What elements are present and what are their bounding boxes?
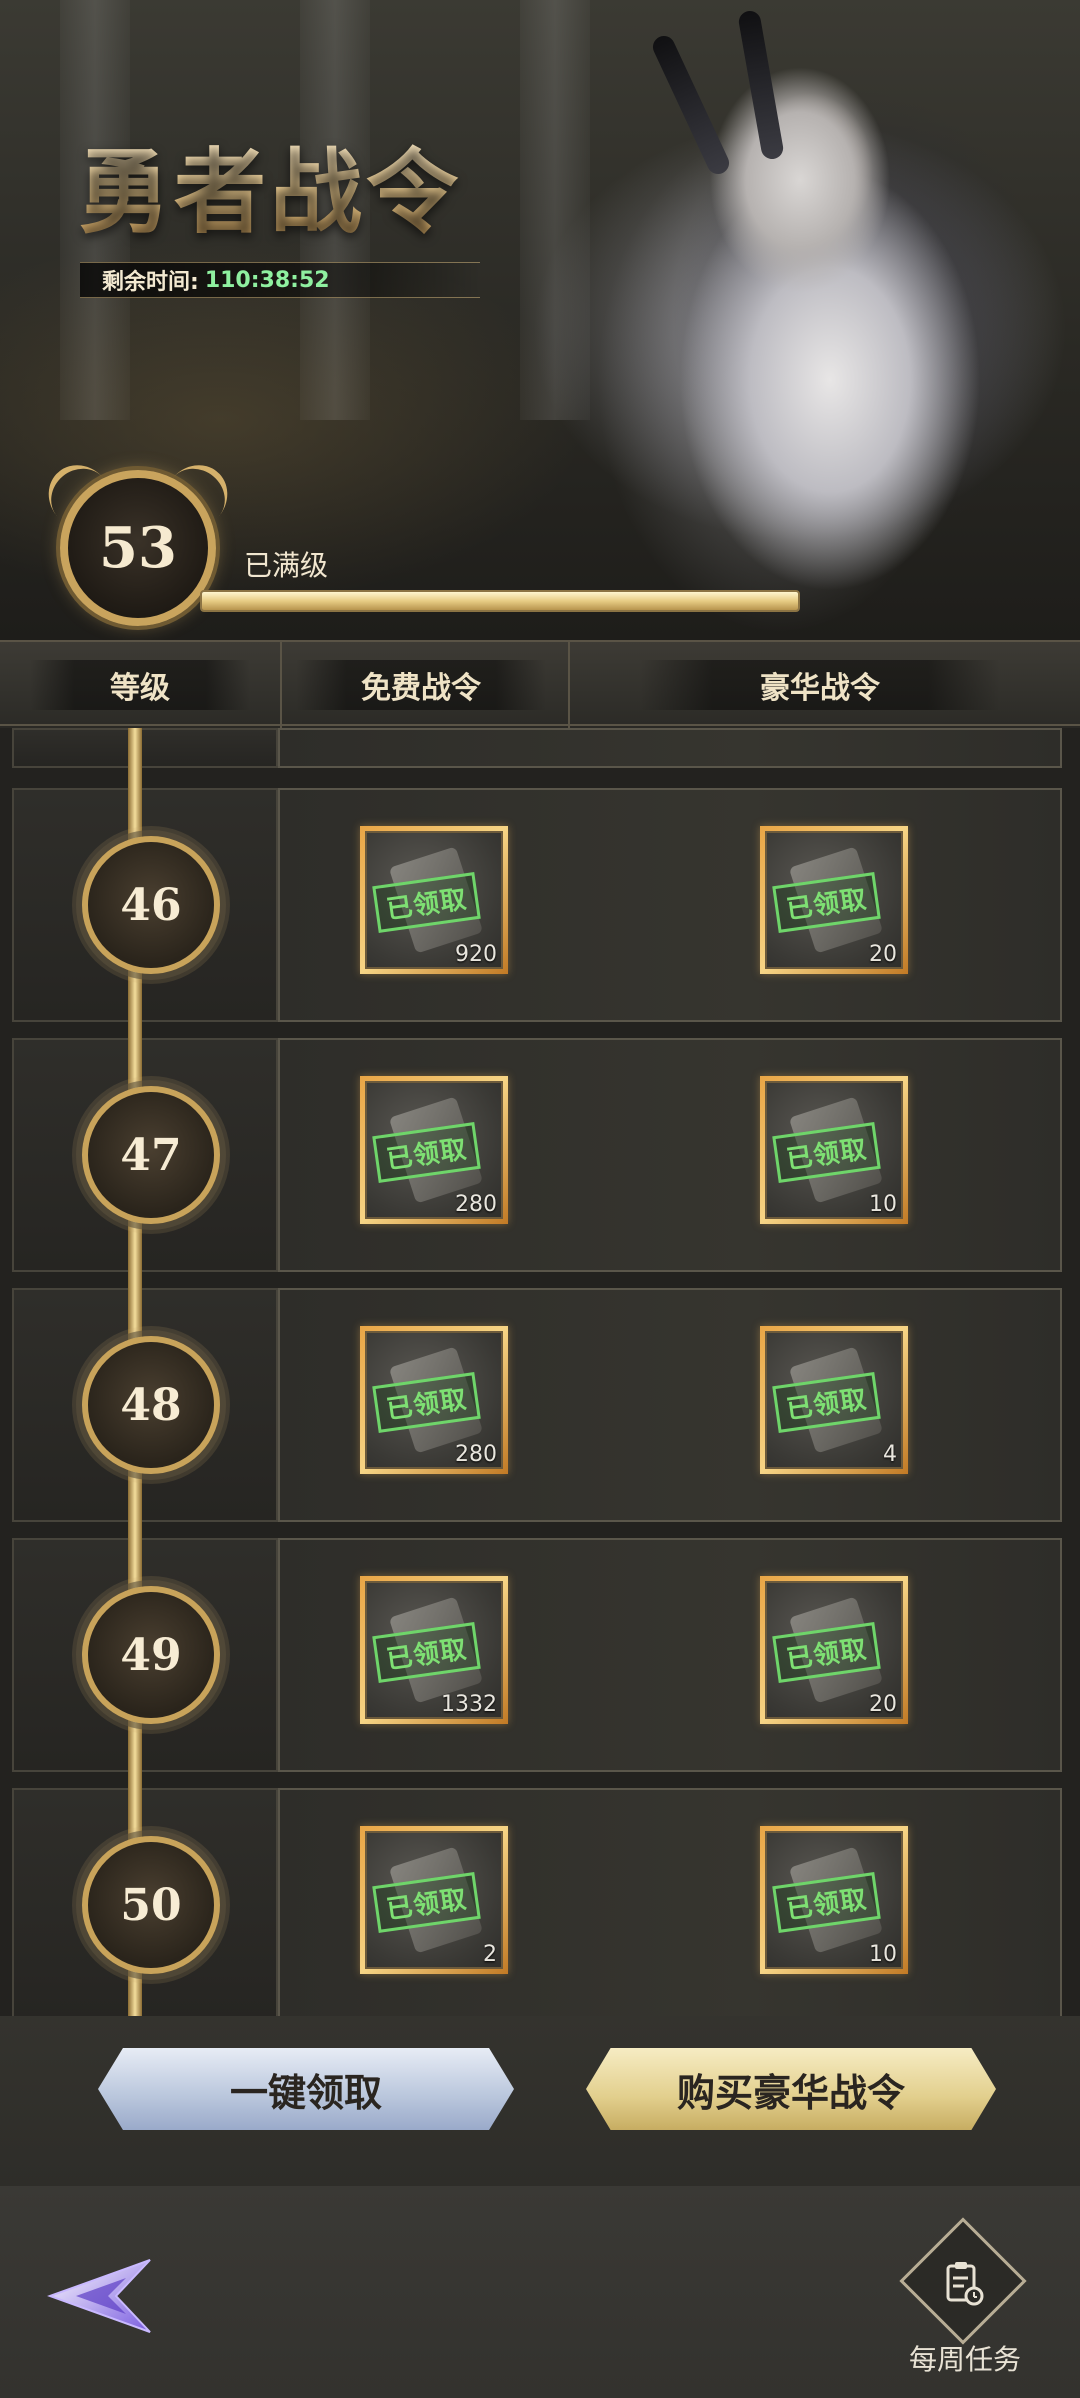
deluxe-reward-item[interactable]: 已领取 10	[760, 1076, 908, 1224]
hero-character-art	[560, 0, 1080, 640]
deluxe-reward-item[interactable]: 已领取 10	[760, 1826, 908, 1974]
free-reward-item[interactable]: 已领取 920	[360, 826, 508, 974]
free-reward-item[interactable]: 已领取 280	[360, 1326, 508, 1474]
free-reward-item[interactable]: 已领取 1332	[360, 1576, 508, 1724]
reward-list[interactable]: 46 已领取 920 已领取 20 47 已领取 280 已领取 10 48 已…	[0, 728, 1080, 2016]
column-deluxe-pass: 豪华战令	[640, 660, 1000, 710]
current-level-badge: 53	[60, 470, 216, 626]
item-quantity: 10	[869, 1942, 897, 1967]
level-number: 47	[120, 1129, 182, 1181]
task-clipboard-icon	[946, 2262, 984, 2306]
reward-row: 47 已领取 280 已领取 10	[12, 1038, 1062, 1272]
reward-row: 50 已领取 2 已领取 10	[12, 1788, 1062, 2016]
action-bar: 一键领取 购买豪华战令	[0, 2016, 1080, 2186]
column-divider	[568, 642, 570, 728]
level-number: 50	[120, 1879, 182, 1931]
remaining-time-label: 剩余时间:	[102, 270, 199, 295]
level-number: 48	[120, 1379, 182, 1431]
deluxe-reward-item[interactable]: 已领取 4	[760, 1326, 908, 1474]
free-reward-item[interactable]: 已领取 2	[360, 1826, 508, 1974]
deluxe-reward-item[interactable]: 已领取 20	[760, 1576, 908, 1724]
item-quantity: 2	[483, 1942, 497, 1967]
item-quantity: 920	[455, 942, 497, 967]
remaining-time-value: 110:38:52	[204, 267, 330, 293]
item-quantity: 1332	[441, 1692, 497, 1717]
back-arrow-icon[interactable]	[46, 2256, 156, 2336]
level-number: 46	[120, 879, 182, 931]
battle-pass-banner: 勇者战令 剩余时间: 110:38:52 53 已满级	[0, 0, 1080, 640]
free-reward-item[interactable]: 已领取 280	[360, 1076, 508, 1224]
deluxe-reward-item[interactable]: 已领取 20	[760, 826, 908, 974]
horn-decoration	[737, 9, 785, 161]
reward-row: 49 已领取 1332 已领取 20	[12, 1538, 1062, 1772]
weekly-tasks-label[interactable]: 每周任务	[880, 2338, 1050, 2378]
bottom-bar: 每周任务	[0, 2186, 1080, 2398]
level-progress-fill	[202, 592, 798, 610]
reward-row: 48 已领取 280 已领取 4	[12, 1288, 1062, 1522]
level-medal: 46	[82, 836, 220, 974]
item-quantity: 10	[869, 1192, 897, 1217]
item-quantity: 280	[455, 1442, 497, 1467]
horn-decoration	[649, 32, 733, 178]
column-free-pass: 免费战令	[296, 660, 546, 710]
reward-row-partial	[12, 728, 1062, 768]
item-quantity: 20	[869, 942, 897, 967]
remaining-time: 剩余时间: 110:38:52	[80, 262, 480, 298]
level-number: 49	[120, 1629, 182, 1681]
level-medal: 50	[82, 1836, 220, 1974]
column-divider	[280, 642, 282, 728]
level-medal: 48	[82, 1336, 220, 1474]
level-medal: 49	[82, 1586, 220, 1724]
reward-row: 46 已领取 920 已领取 20	[12, 788, 1062, 1022]
reward-column-header: 等级 免费战令 豪华战令	[0, 640, 1080, 728]
column-level: 等级	[30, 660, 250, 710]
max-level-status: 已满级	[244, 549, 329, 582]
item-quantity: 4	[883, 1442, 897, 1467]
item-quantity: 20	[869, 1692, 897, 1717]
item-quantity: 280	[455, 1192, 497, 1217]
claim-all-button[interactable]: 一键领取	[98, 2048, 514, 2130]
battle-pass-title: 勇者战令	[78, 118, 462, 251]
level-medal: 47	[82, 1086, 220, 1224]
current-level-number: 53	[99, 515, 177, 581]
level-progress-bar	[200, 590, 800, 612]
buy-deluxe-pass-button[interactable]: 购买豪华战令	[586, 2048, 996, 2130]
